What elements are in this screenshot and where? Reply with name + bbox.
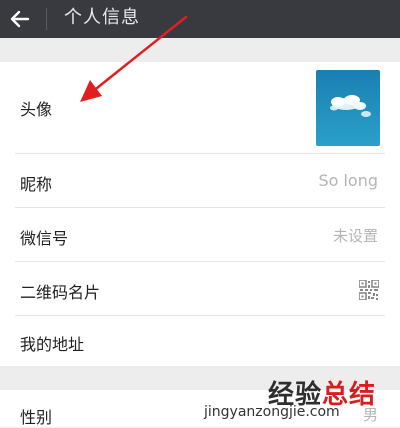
row-label: 微信号 (20, 229, 69, 248)
header-divider (46, 8, 47, 30)
page-title: 个人信息 (64, 7, 140, 28)
row-wechat-id[interactable]: 微信号 未设置 (0, 208, 400, 262)
row-address[interactable]: 我的地址 (0, 316, 400, 366)
row-label: 我的地址 (20, 335, 85, 354)
back-arrow-icon[interactable] (8, 7, 32, 31)
top-bar: 个人信息 (0, 0, 400, 38)
wechat-id-value: 未设置 (332, 227, 378, 245)
row-label: 头像 (20, 100, 53, 119)
qr-code-icon (359, 280, 379, 300)
row-qr-card[interactable]: 二维码名片 (0, 262, 400, 316)
profile-list: 头像 昵称 So long 微信号 未设置 二维码名片 我的地址 (0, 62, 400, 366)
row-label: 昵称 (20, 175, 53, 194)
nickname-value: So long (318, 171, 378, 190)
row-avatar[interactable]: 头像 (0, 62, 400, 154)
watermark-domain: jingyanzongjie.com (204, 404, 340, 420)
avatar[interactable] (316, 70, 380, 146)
row-label: 二维码名片 (20, 283, 101, 302)
row-label: 性别 (20, 408, 53, 427)
row-nickname[interactable]: 昵称 So long (0, 154, 400, 208)
